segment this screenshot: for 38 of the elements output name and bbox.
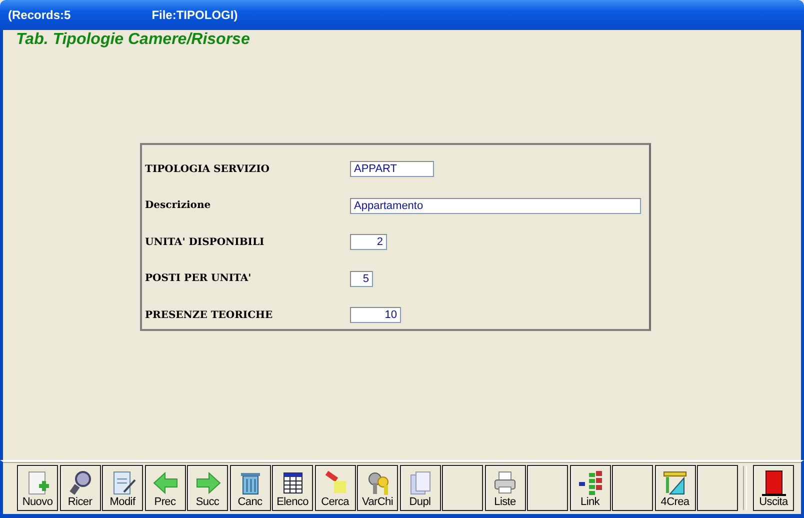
input-field[interactable]: 2 — [350, 234, 387, 250]
toolbar-button[interactable]: Nuovo — [17, 465, 58, 511]
blank-button[interactable] — [442, 465, 483, 511]
toolbar-button[interactable]: Elenco — [272, 465, 313, 511]
toolbar-button[interactable]: Dupl — [400, 465, 440, 511]
drafting-tools-icon — [662, 470, 688, 496]
input-field[interactable]: Appartamento — [350, 198, 641, 214]
toolbar-button[interactable]: Prec — [144, 465, 186, 511]
input-field[interactable]: APPART — [350, 161, 434, 178]
input-field[interactable]: 5 — [350, 270, 373, 287]
printer-icon — [492, 470, 518, 496]
window-title: File:TIPOLOGI) — [152, 8, 238, 22]
door-icon — [760, 470, 786, 496]
blank-button[interactable] — [697, 465, 738, 511]
field-label: POSTI PER UNITA' — [144, 273, 252, 284]
blank-button[interactable] — [527, 465, 568, 511]
left-arrow-icon — [152, 470, 178, 496]
exit-button[interactable]: Uscita — [753, 465, 794, 511]
toolbar-button[interactable]: 4Crea — [654, 465, 696, 511]
blank-button[interactable] — [612, 465, 653, 511]
magnifier-icon — [67, 470, 93, 496]
toolbar-button[interactable]: Ricer — [60, 465, 100, 511]
toolbar-button[interactable]: Liste — [484, 465, 526, 511]
form-heading: Tab. Tipologie Camere/Risorse — [16, 31, 250, 49]
window-title: (Records:5 — [8, 8, 71, 22]
toolbar-button[interactable]: Canc — [230, 465, 270, 511]
field-label: Descrizione — [144, 200, 212, 212]
toolbar-button[interactable]: Cerca — [314, 465, 356, 511]
right-arrow-icon — [194, 470, 220, 496]
tree-icon — [577, 470, 603, 496]
field-label: TIPOLOGIA SERVIZIO — [144, 164, 270, 175]
toolbar-button[interactable]: Link — [570, 465, 610, 511]
toolbar-button[interactable]: Modif — [102, 465, 143, 511]
field-label: PRESENZE TEORICHE — [144, 310, 274, 321]
toolbar-button[interactable]: VarChi — [357, 465, 398, 511]
field-label: UNITA' DISPONIBILI — [144, 236, 266, 248]
toolbar-button[interactable]: Succ — [187, 465, 228, 511]
input-field[interactable]: 10 — [350, 307, 401, 324]
